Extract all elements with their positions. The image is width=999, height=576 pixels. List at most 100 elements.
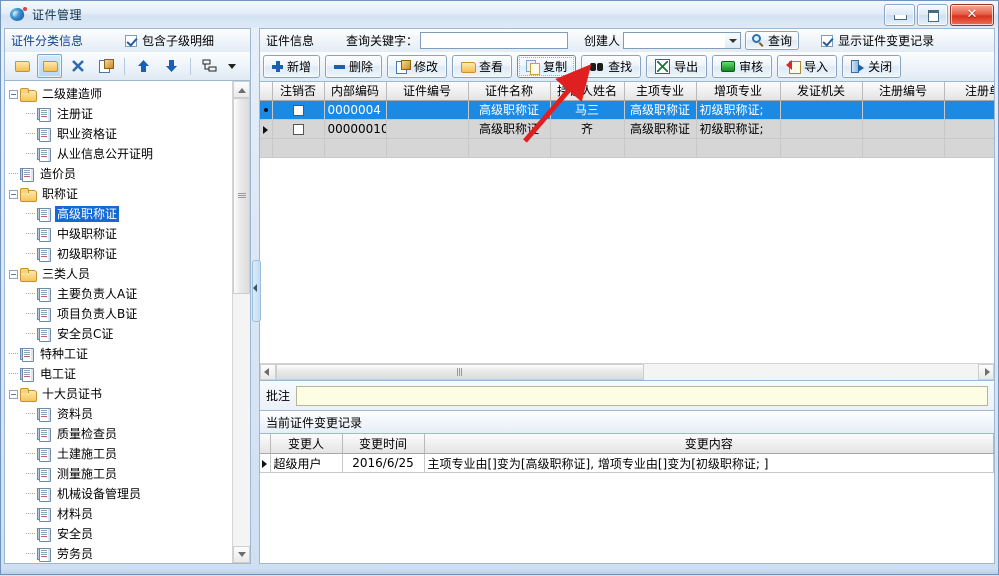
document-icon <box>20 167 34 182</box>
审核-button[interactable]: 审核 <box>712 55 772 78</box>
关闭-button[interactable]: 关闭 <box>842 55 901 78</box>
tree-scroll-down-button[interactable] <box>233 546 250 563</box>
delete-x-icon[interactable] <box>65 54 90 78</box>
tree-connector <box>26 533 35 535</box>
tree-item[interactable]: 三类人员 <box>9 264 232 284</box>
tree-item[interactable]: 十大员证书 <box>9 384 232 404</box>
修改-button[interactable]: 修改 <box>387 55 447 78</box>
include-sub-checkbox[interactable] <box>125 35 137 47</box>
cell-注册编号 <box>862 119 944 138</box>
tree-item[interactable]: 质量检查员 <box>9 424 232 444</box>
grid-scroll-track[interactable] <box>644 364 978 380</box>
tree-item[interactable]: 机械设备管理员 <box>9 484 232 504</box>
row-checkbox[interactable] <box>293 124 304 135</box>
show-change-records-checkbox[interactable] <box>821 35 833 47</box>
chevron-down-icon[interactable] <box>725 33 740 48</box>
grid-horizontal-scrollbar[interactable] <box>260 363 994 380</box>
tree-item[interactable]: 材料员 <box>9 504 232 524</box>
column-header[interactable]: 主项专业 <box>624 82 696 100</box>
tree-item[interactable]: 特种工证 <box>9 344 232 364</box>
close-button[interactable]: ✕ <box>950 4 994 26</box>
导出-button[interactable]: 导出 <box>646 55 707 78</box>
change-records-grid[interactable]: 变更人变更时间变更内容超级用户2016/6/25主项专业由[]变为[高级职称证]… <box>260 434 994 473</box>
rename-icon[interactable] <box>93 54 118 78</box>
collapse-toggle-icon[interactable] <box>9 190 18 199</box>
tree-connector <box>26 513 35 515</box>
splitter-collapse-arrow-icon[interactable] <box>253 284 257 292</box>
category-tree[interactable]: 二级建造师注册证职业资格证从业信息公开证明造价员职称证高级职称证中级职称证初级职… <box>5 81 232 563</box>
tree-item-label: 职称证 <box>40 186 80 202</box>
row-checkbox[interactable] <box>293 105 304 116</box>
tree-item[interactable]: 初级职称证 <box>9 244 232 264</box>
tree-item[interactable]: 电工证 <box>9 364 232 384</box>
show-change-records-label: 显示证件变更记录 <box>838 32 934 49</box>
新增-button[interactable]: 新增 <box>263 55 320 78</box>
tree-item[interactable]: 中级职称证 <box>9 224 232 244</box>
move-up-icon[interactable] <box>131 54 156 78</box>
panel-splitter[interactable] <box>251 28 259 564</box>
change-column-header[interactable]: 变更时间 <box>342 434 424 454</box>
查看-button[interactable]: 查看 <box>452 55 512 78</box>
document-icon <box>37 247 51 262</box>
tree-item[interactable]: 测量施工员 <box>9 464 232 484</box>
column-header[interactable]: 证件名称 <box>468 82 550 100</box>
maximize-button[interactable] <box>917 4 948 26</box>
chevron-down-icon[interactable] <box>225 54 239 78</box>
cell-cancelled[interactable] <box>272 119 324 138</box>
导入-button[interactable]: 导入 <box>777 55 837 78</box>
tree-item[interactable]: 安全员 <box>9 524 232 544</box>
new-folder-icon[interactable] <box>9 54 34 78</box>
collapse-toggle-icon[interactable] <box>9 270 18 279</box>
复制-button[interactable]: 复制 <box>517 55 576 78</box>
tree-item[interactable]: 高级职称证 <box>9 204 232 224</box>
column-header[interactable]: 增项专业 <box>696 82 780 100</box>
minimize-button[interactable] <box>884 4 915 26</box>
grid-scroll-right-button[interactable] <box>978 364 994 380</box>
tree-item[interactable]: 职业资格证 <box>9 124 232 144</box>
tree-item[interactable]: 安全员C证 <box>9 324 232 344</box>
tree-item[interactable]: 土建施工员 <box>9 444 232 464</box>
keyword-input[interactable] <box>420 32 568 49</box>
table-row[interactable]: 0000004高级职称证马三高级职称证初级职称证; <box>260 100 994 119</box>
column-header[interactable]: 发证机关 <box>780 82 862 100</box>
change-column-header[interactable]: 变更人 <box>270 434 342 454</box>
collapse-toggle-icon[interactable] <box>9 390 18 399</box>
column-header[interactable]: 注册单位 <box>944 82 994 100</box>
tree-item[interactable]: 职称证 <box>9 184 232 204</box>
tree-item[interactable]: 从业信息公开证明 <box>9 144 232 164</box>
column-header[interactable]: 证件编号 <box>386 82 468 100</box>
edit-folder-icon[interactable] <box>37 54 62 78</box>
tree-item[interactable]: 造价员 <box>9 164 232 184</box>
column-header[interactable]: 持证人姓名 <box>550 82 624 100</box>
collapse-toggle-icon[interactable] <box>9 90 18 99</box>
tree-item[interactable]: 注册证 <box>9 104 232 124</box>
tree-vertical-scrollbar[interactable] <box>232 81 250 563</box>
查找-button[interactable]: 查找 <box>581 55 641 78</box>
query-button[interactable]: 查询 <box>745 31 799 50</box>
certificate-grid[interactable]: 注销否内部编码证件编号证件名称持证人姓名主项专业增项专业发证机关注册编号注册单位… <box>260 82 994 158</box>
move-down-icon[interactable] <box>159 54 184 78</box>
tree-scroll-up-button[interactable] <box>233 81 250 98</box>
column-header[interactable]: 注销否 <box>272 82 324 100</box>
column-header[interactable]: 内部编码 <box>324 82 386 100</box>
tree-layout-icon[interactable] <box>197 54 222 78</box>
grid-scroll-left-button[interactable] <box>260 364 276 380</box>
删除-button[interactable]: 删除 <box>325 55 382 78</box>
tree-item[interactable]: 资料员 <box>9 404 232 424</box>
tree-scroll-thumb[interactable] <box>233 98 250 294</box>
change-column-header[interactable]: 变更内容 <box>424 434 994 454</box>
column-header[interactable]: 注册编号 <box>862 82 944 100</box>
table-row[interactable]: 00000010高级职称证齐高级职称证初级职称证; <box>260 119 994 138</box>
tree-item[interactable]: 项目负责人B证 <box>9 304 232 324</box>
cell-cancelled[interactable] <box>272 100 324 119</box>
tree-item-label: 职业资格证 <box>55 126 119 142</box>
tree-item[interactable]: 主要负责人A证 <box>9 284 232 304</box>
note-input[interactable] <box>296 386 988 406</box>
tree-item[interactable]: 劳务员 <box>9 544 232 563</box>
creator-combobox[interactable] <box>623 32 741 49</box>
tree-scroll-track[interactable] <box>233 294 250 546</box>
tree-item-label: 从业信息公开证明 <box>55 146 155 162</box>
tree-item[interactable]: 二级建造师 <box>9 84 232 104</box>
change-row[interactable]: 超级用户2016/6/25主项专业由[]变为[高级职称证], 增项专业由[]变为… <box>260 454 994 473</box>
grid-scroll-thumb[interactable] <box>276 364 644 380</box>
